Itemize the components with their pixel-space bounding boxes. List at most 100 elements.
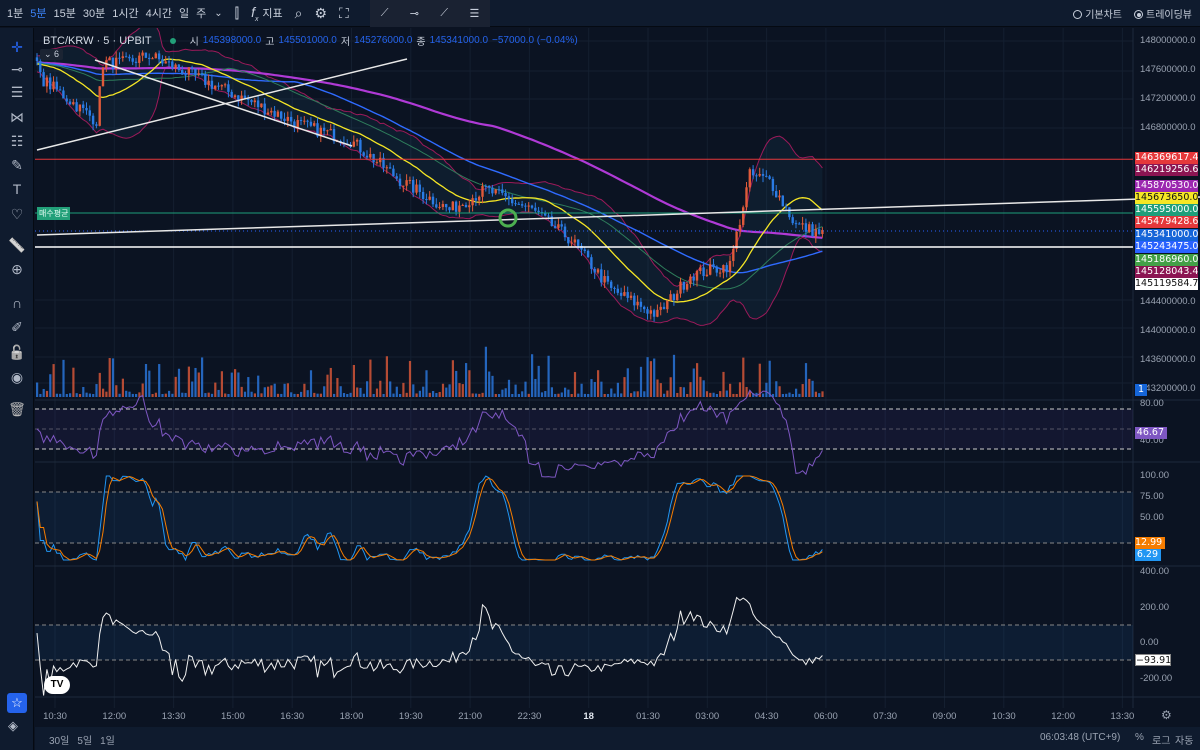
candle-body xyxy=(712,264,715,267)
ruler-icon[interactable]: 📏 xyxy=(8,236,26,254)
indicators-button[interactable]: fx 지표 xyxy=(251,4,283,23)
volume-bar xyxy=(197,372,200,397)
volume-bar xyxy=(224,393,227,397)
volume-bar xyxy=(567,389,570,397)
heart-icon[interactable]: ♡ xyxy=(8,205,26,223)
volume-bar xyxy=(342,393,346,397)
timeframe-2[interactable]: 15분 xyxy=(54,8,76,20)
trend-line-icon[interactable]: ⟋ xyxy=(381,7,389,20)
volume-bar xyxy=(580,383,583,397)
volume-bar xyxy=(65,393,68,397)
stoch-k-label: 12.99 xyxy=(1135,537,1165,549)
status-dot xyxy=(169,37,176,44)
time-axis-tick: 03:00 xyxy=(695,711,720,722)
candle-body xyxy=(72,102,75,105)
volume-bar xyxy=(85,392,88,397)
volume-bar xyxy=(587,393,590,397)
timeframe-0[interactable]: 1분 xyxy=(7,8,23,20)
gear-icon[interactable]: ⚙ xyxy=(314,5,327,22)
timeframe-1[interactable]: 5분 xyxy=(30,8,46,20)
crosshair-icon[interactable]: ✛ xyxy=(8,38,26,56)
time-axis-tick: 10:30 xyxy=(991,711,1016,722)
volume-bar xyxy=(369,359,372,397)
fullscreen-icon[interactable]: ⛶ xyxy=(339,5,349,22)
volume-bar xyxy=(686,393,689,397)
candle-body xyxy=(606,276,610,282)
candle-type-icon[interactable]: ⫿ xyxy=(235,5,239,22)
range-0[interactable]: 30일 xyxy=(49,732,69,747)
chevron-down-icon[interactable]: ⌄ xyxy=(214,8,222,19)
range-1[interactable]: 5일 xyxy=(77,732,92,747)
candle-body xyxy=(177,64,181,71)
magnet-icon[interactable]: ∩ xyxy=(8,294,26,312)
volume-bar xyxy=(306,390,309,397)
horizontal-ray-icon[interactable]: ⊸ xyxy=(410,7,419,20)
candle-body xyxy=(728,260,732,273)
candle-body xyxy=(388,167,392,169)
brush-icon[interactable]: ✎ xyxy=(8,156,26,174)
price-chart[interactable] xyxy=(35,28,1200,728)
volume-bar xyxy=(626,368,629,397)
indicator-collapse-button[interactable]: ⌄ 6 xyxy=(40,49,64,60)
candle-body xyxy=(101,67,105,87)
timeframe-5[interactable]: 4시간 xyxy=(146,8,172,20)
auto-toggle[interactable]: 자동 xyxy=(1175,732,1193,747)
volume-bar xyxy=(488,371,491,397)
trash-icon[interactable]: 🗑 xyxy=(8,400,26,418)
high-label: 고 xyxy=(265,37,275,48)
percent-toggle[interactable]: % xyxy=(1135,732,1144,743)
log-toggle[interactable]: 로그 xyxy=(1152,732,1170,747)
zoom-in-icon[interactable]: ⊕ xyxy=(8,260,26,278)
candle-body xyxy=(692,276,695,281)
candle-body xyxy=(517,203,520,205)
volume-bar xyxy=(821,391,824,397)
time-axis-tick: 12:00 xyxy=(1051,711,1075,722)
lock-drawing-icon[interactable]: ✐ xyxy=(8,318,26,336)
candle-body xyxy=(471,198,474,206)
layers-icon[interactable]: ◈ xyxy=(8,718,18,734)
timeframe-4[interactable]: 1시간 xyxy=(112,8,138,20)
text-icon[interactable]: T xyxy=(8,180,26,198)
volume-bar xyxy=(415,393,418,397)
favorites-star-button[interactable]: ☆ xyxy=(7,693,27,713)
candle-body xyxy=(725,265,728,273)
timeframe-7[interactable]: 주 xyxy=(196,8,206,20)
ray-icon[interactable]: ⟋ xyxy=(440,7,448,20)
horizontal-line-icon[interactable]: ⊸ xyxy=(8,60,26,78)
volume-bar xyxy=(118,393,121,397)
volume-bar xyxy=(72,367,75,397)
volume-bar xyxy=(441,383,445,397)
volume-bar xyxy=(276,393,280,397)
fib-icon[interactable]: ☰ xyxy=(469,7,479,20)
price-axis-tick: 144400000.0 xyxy=(1140,296,1196,307)
pattern-icon[interactable]: ⋈ xyxy=(8,108,26,126)
range-2[interactable]: 1일 xyxy=(100,732,115,747)
fib-lines-icon[interactable]: ☰ xyxy=(8,83,26,101)
open-label: 시 xyxy=(189,37,199,48)
chart-mode-1[interactable]: 트레이딩뷰 xyxy=(1134,6,1192,21)
timeframe-6[interactable]: 일 xyxy=(179,8,189,20)
candle-body xyxy=(445,204,448,208)
candle-body xyxy=(425,199,428,201)
eye-icon[interactable]: ◉ xyxy=(8,368,26,386)
candle-body xyxy=(35,57,39,61)
volume-bar xyxy=(719,391,722,397)
timeframe-3[interactable]: 30분 xyxy=(83,8,105,20)
volume-bar xyxy=(227,393,230,397)
volume-bar xyxy=(435,393,438,397)
unlock-icon[interactable]: 🔓 xyxy=(8,343,26,361)
candle-body xyxy=(200,73,204,75)
candle-body xyxy=(260,103,263,108)
top-toolbar: 1분 5분 15분 30분 1시간 4시간 일 주 ⌄ ⫿ fx 지표 ⌕ ⚙ ⛶ ⟋ ⊸ ⟋… xyxy=(0,0,1200,27)
parallel-lines-icon[interactable]: ☷ xyxy=(8,132,26,150)
volume-bar xyxy=(95,384,98,397)
chart-mode-0[interactable]: 기본차트 xyxy=(1073,6,1122,21)
volume-bar xyxy=(263,387,266,397)
volume-bar xyxy=(514,384,517,397)
volume-bar xyxy=(389,381,392,397)
alert-icon[interactable]: ⌕ xyxy=(295,5,303,22)
radio-icon xyxy=(1073,10,1083,19)
settings-gear-icon[interactable]: ⚙ xyxy=(1161,708,1172,722)
candle-body xyxy=(266,112,270,115)
volume-bar xyxy=(540,392,544,397)
